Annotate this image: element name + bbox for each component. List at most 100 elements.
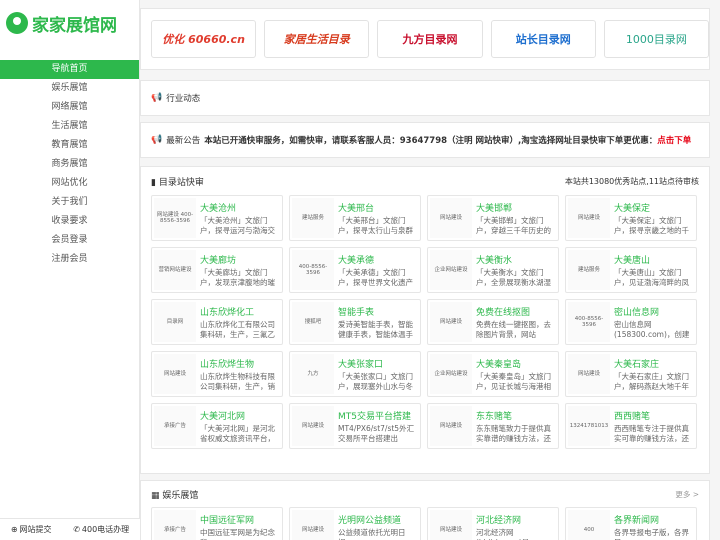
bar-chart-icon: ▮ bbox=[151, 177, 156, 188]
site-description: 爱诗美智能手表，智能健康手表，智能体温手表，智能 bbox=[338, 319, 413, 339]
site-title[interactable]: 大美沧州 bbox=[200, 201, 280, 214]
site-thumbnail: 承接广告 bbox=[154, 510, 196, 540]
tile-body: 大美秦皇岛「大美秦皇岛」文旅门户，见证长城与海港相拥的 bbox=[476, 357, 556, 392]
tile-body: 大美衡水「大美衡水」文旅门户，全景展现衡水湖湿地魅力 bbox=[476, 253, 556, 288]
sidebar-footer: ⊕ 网站提交 ✆ 400电话办理 bbox=[0, 518, 140, 540]
sponsor-banner[interactable]: 1000目录网 bbox=[603, 20, 710, 58]
sidebar-nav-item[interactable]: 商务展馆 bbox=[0, 155, 139, 174]
site-description: 「大美保定」文旅门户，探寻京畿之地的千年风华 bbox=[614, 215, 689, 235]
sidebar-nav-item[interactable]: 网络展馆 bbox=[0, 98, 139, 117]
order-link[interactable]: 点击下单 bbox=[657, 134, 691, 146]
site-logo[interactable]: 家家展馆网 bbox=[0, 0, 139, 46]
site-title[interactable]: 大美廊坊 bbox=[200, 253, 280, 266]
site-tile[interactable]: 目录网山东欣烨化工山东欣烨化工有限公司集科研，生产，三氟乙酸 bbox=[151, 299, 283, 345]
site-tile[interactable]: 承接广告中国远征军网中国远征军网是为纪念和 bbox=[151, 507, 283, 540]
sidebar-nav-item[interactable]: 娱乐展馆 bbox=[0, 79, 139, 98]
site-thumbnail: 网站建设 400-8556-3596 bbox=[154, 198, 196, 238]
sidebar-nav-item[interactable]: 关于我们 bbox=[0, 193, 139, 212]
site-tile[interactable]: 承接广告大美河北网「大美河北网」是河北省权威文旅资讯平台，以'这 bbox=[151, 403, 283, 449]
site-title[interactable]: 东东赌笔 bbox=[476, 409, 556, 422]
site-description: 「大美廊坊」文旅门户，发现京津腹地的璀璨明珠 bbox=[200, 267, 275, 287]
site-title[interactable]: MT5交易平台搭建 bbox=[338, 409, 418, 422]
site-thumbnail: 建站服务 bbox=[568, 250, 610, 290]
site-title[interactable]: 免费在线抠图 bbox=[476, 305, 556, 318]
sidebar-nav-item[interactable]: 导航首页 bbox=[0, 60, 139, 79]
industry-title[interactable]: 行业动态 bbox=[166, 92, 200, 104]
site-tile[interactable]: 网站建设大美石家庄「大美石家庄」文旅门户，解码燕赵大地千年文化 bbox=[565, 351, 697, 397]
site-title[interactable]: 大美河北网 bbox=[200, 409, 280, 422]
site-title[interactable]: 密山信息网 bbox=[614, 305, 694, 318]
site-thumbnail: 400-8556-3596 bbox=[292, 250, 334, 290]
sponsor-label: 家居生活目录 bbox=[283, 33, 350, 46]
sponsor-banner[interactable]: 九方目录网 bbox=[377, 20, 483, 58]
tile-body: 大美石家庄「大美石家庄」文旅门户，解码燕赵大地千年文化 bbox=[614, 357, 694, 392]
site-title[interactable]: 大美保定 bbox=[614, 201, 694, 214]
sponsor-label: 九方目录网 bbox=[402, 33, 458, 46]
phone-icon: ✆ bbox=[73, 525, 80, 534]
site-title[interactable]: 大美张家口 bbox=[338, 357, 418, 370]
site-title[interactable]: 各界新闻网 bbox=[614, 513, 694, 526]
site-tile[interactable]: 建站服务大美邢台「大美邢台」文旅门户，探寻太行山与泉群共舞的 bbox=[289, 195, 421, 241]
phone-service-link[interactable]: ✆ 400电话办理 bbox=[73, 524, 129, 535]
site-tile[interactable]: 网站建设 免费在线抠图 免费在线一键抠图，去除图片背景，网站 bbox=[427, 299, 559, 345]
site-tile[interactable]: 网站建设大美邯郸「大美邯郸」文旅门户，穿越三千年历史的成语之 bbox=[427, 195, 559, 241]
sidebar-nav-item[interactable]: 收录要求 bbox=[0, 212, 139, 231]
site-title[interactable]: 智能手表 bbox=[338, 305, 418, 318]
sidebar-nav-item[interactable]: 网站优化 bbox=[0, 174, 139, 193]
site-title[interactable]: 大美邯郸 bbox=[476, 201, 556, 214]
site-tile[interactable]: 网站建设MT5交易平台搭建MT4/PX6/st7/st5外汇交易所平台搭建出租,… bbox=[289, 403, 421, 449]
site-title[interactable]: 大美唐山 bbox=[614, 253, 694, 266]
site-title[interactable]: 山东欣烨生物 bbox=[200, 357, 280, 370]
tile-body: 大美廊坊「大美廊坊」文旅门户，发现京津腹地的璀璨明珠 bbox=[200, 253, 280, 288]
sidebar-nav-item[interactable]: 注册会员 bbox=[0, 250, 139, 269]
notice-text: 本站已开通快审服务，如需快审，请联系客服人员：93647798（注明 网站快审）… bbox=[204, 136, 658, 146]
site-title[interactable]: 山东欣烨化工 bbox=[200, 305, 280, 318]
site-tile[interactable]: 400 各界新闻网各界导报电子版，各界导 bbox=[565, 507, 697, 540]
sidebar-nav-item[interactable]: 会员登录 bbox=[0, 231, 139, 250]
sponsor-banner[interactable]: 站长目录网 bbox=[490, 20, 596, 58]
site-tile[interactable]: 建站服务大美唐山「大美唐山」文旅门户，见证渤海湾畔的凤凰涅槃 bbox=[565, 247, 697, 293]
site-tile[interactable]: 网站建设 400-8556-3596 大美沧州 「大美沧州」文旅门户，探寻运河与渤海… bbox=[151, 195, 283, 241]
site-tile[interactable]: 网站建设光明网公益频道公益频道依托光明日报， bbox=[289, 507, 421, 540]
site-description: 西西赌笔专注于提供真实可靠的赚钱方法，还有创业 bbox=[614, 423, 689, 443]
site-thumbnail: 400 bbox=[568, 510, 610, 540]
directory-stats: 本站共13080优秀站点,11站点待审核 bbox=[564, 176, 699, 186]
site-title[interactable]: 大美石家庄 bbox=[614, 357, 694, 370]
site-description: MT4/PX6/st7/st5外汇交易所平台搭建出租,MT4系 bbox=[338, 423, 415, 443]
tile-body: 河北经济网河北经济网(hbjjrb.com)是 bbox=[476, 513, 556, 540]
site-title[interactable]: 大美衡水 bbox=[476, 253, 556, 266]
sidebar-nav-item[interactable]: 生活展馆 bbox=[0, 117, 139, 136]
site-tile[interactable]: 企业网站建设大美秦皇岛「大美秦皇岛」文旅门户，见证长城与海港相拥的 bbox=[427, 351, 559, 397]
site-title[interactable]: 大美邢台 bbox=[338, 201, 418, 214]
site-title[interactable]: 中国远征军网 bbox=[200, 513, 280, 526]
site-title[interactable]: 光明网公益频道 bbox=[338, 513, 418, 526]
more-link[interactable]: 更多 > bbox=[675, 489, 699, 500]
site-tile[interactable]: 网站建设大美保定「大美保定」文旅门户，探寻京畿之地的千年风华 bbox=[565, 195, 697, 241]
site-title[interactable]: 大美秦皇岛 bbox=[476, 357, 556, 370]
site-tile[interactable]: 网站建设东东赌笔东东赌笔致力于提供真实靠谱的赚钱方法，还有创业 bbox=[427, 403, 559, 449]
sponsor-banner[interactable]: 家居生活目录 bbox=[264, 20, 370, 58]
site-tile[interactable]: 营销网站建设大美廊坊「大美廊坊」文旅门户，发现京津腹地的璀璨明珠 bbox=[151, 247, 283, 293]
tile-body: 大美保定「大美保定」文旅门户，探寻京畿之地的千年风华 bbox=[614, 201, 694, 236]
site-tile[interactable]: 搜狐吧智能手表爱诗美智能手表，智能健康手表，智能体温手表，智能 bbox=[289, 299, 421, 345]
site-title[interactable]: 河北经济网 bbox=[476, 513, 556, 526]
site-tile[interactable]: 400-8556-3596密山信息网密山信息网(158300.com)，创建于2… bbox=[565, 299, 697, 345]
site-thumbnail: 网站建设 bbox=[430, 198, 472, 238]
site-title[interactable]: 西西赌笔 bbox=[614, 409, 694, 422]
site-thumbnail: 网站建设 bbox=[430, 510, 472, 540]
site-tile[interactable]: 13241781013西西赌笔西西赌笔专注于提供真实可靠的赚钱方法，还有创业 bbox=[565, 403, 697, 449]
site-tile[interactable]: 网站建设山东欣烨生物山东欣烨生物科技有限公司集科研，生产，销售对 bbox=[151, 351, 283, 397]
site-tile[interactable]: 400-8556-3596大美承德「大美承德」文旅门户，探寻世界文化遗产的山水 bbox=[289, 247, 421, 293]
sidebar-nav-item[interactable]: 教育展馆 bbox=[0, 136, 139, 155]
submit-site-link[interactable]: ⊕ 网站提交 bbox=[11, 524, 52, 535]
tile-body: 中国远征军网中国远征军网是为纪念和 bbox=[200, 513, 280, 540]
site-tile[interactable]: 九方大美张家口「大美张家口」文旅门户，展现塞外山水与冬奥风 bbox=[289, 351, 421, 397]
site-thumbnail: 网站建设 bbox=[430, 406, 472, 446]
site-title[interactable]: 大美承德 bbox=[338, 253, 418, 266]
site-thumbnail: 企业网站建设 bbox=[430, 354, 472, 394]
site-tile[interactable]: 网站建设河北经济网河北经济网(hbjjrb.com)是 bbox=[427, 507, 559, 540]
site-description: 各界导报电子版，各界导 bbox=[614, 527, 689, 540]
sponsor-banner[interactable]: 优化 60660.cn bbox=[151, 20, 257, 58]
site-tile[interactable]: 企业网站建设大美衡水「大美衡水」文旅门户，全景展现衡水湖湿地魅力 bbox=[427, 247, 559, 293]
site-description: 「大美沧州」文旅门户，探寻运河与渤海交汇的文 bbox=[200, 215, 275, 235]
